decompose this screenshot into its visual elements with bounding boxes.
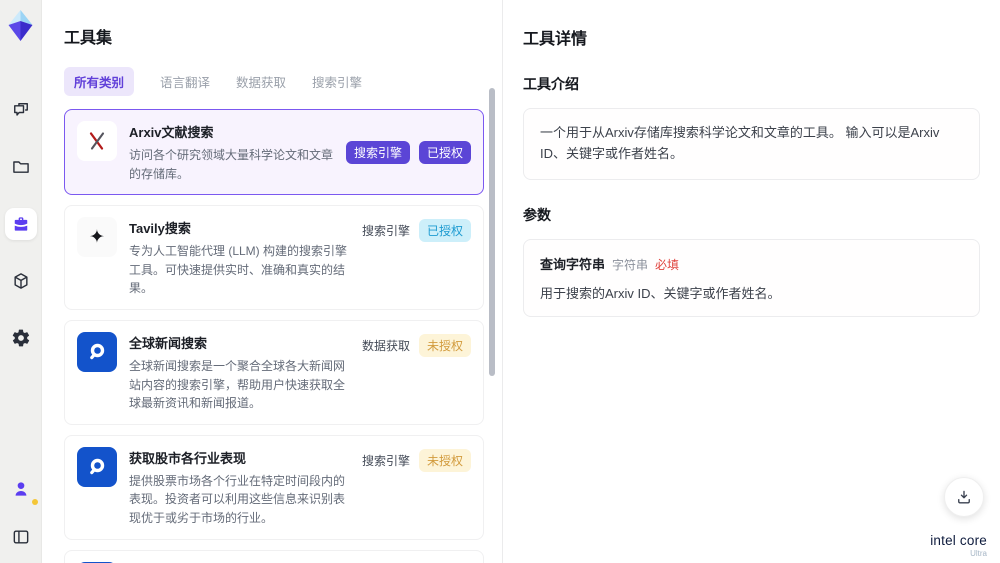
tools-nav-button[interactable] [4,208,37,240]
tool-card-sector-performance[interactable]: 获取股市各行业表现 提供股票市场各个行业在特定时间段内的表现。投资者可以利用这些… [64,434,484,540]
tool-card-list: Arxiv文献搜索 访问各个研究领域大量科学论文和文章的存储库。 搜索引擎 已授… [64,109,484,563]
sidebar-bottom [5,473,38,553]
tool-card-active-stocks[interactable]: 获取市场最活跃股票信息 提供当天交易量最高的股票列表，投资者可以利用这些信息来识… [64,549,484,563]
tool-description: 访问各个研究领域大量科学论文和文章的存储库。 [129,148,334,181]
param-required-flag: 必填 [655,257,680,272]
app-window: 工具集 所有类别 语言翻译 数据获取 搜索引擎 Arxiv文献搜索 访问各个研究… [0,0,1000,563]
tool-name: Tavily搜索 [129,221,191,237]
tavily-star-icon: ✦ [77,217,117,258]
tool-card-tavily[interactable]: ✦ Tavily搜索 专为人工智能代理 (LLM) 构建的搜索引擎工具。可快速提… [64,205,484,310]
stock-search-icon [77,446,117,487]
tool-name: 获取股市各行业表现 [129,450,247,466]
tool-description: 全球新闻搜索是一个聚合全球各大新闻网站内容的搜索引擎，帮助用户快速获取全球最新资… [129,358,346,411]
param-name: 查询字符串 [540,256,606,272]
tool-description: 专为人工智能代理 (LLM) 构建的搜索引擎工具。可快速提供实时、准确和真实的结… [129,244,348,296]
tool-name: Arxiv文献搜索 [129,125,214,140]
tool-name: 全球新闻搜索 [129,335,208,351]
tool-card-arxiv[interactable]: Arxiv文献搜索 访问各个研究领域大量科学论文和文章的存储库。 搜索引擎 已授… [64,109,484,196]
params-section-title: 参数 [523,206,551,223]
param-description: 用于搜索的Arxiv ID、关键字或作者姓名。 [540,285,781,301]
param-type: 字符串 [612,257,649,272]
list-scrollbar-track[interactable] [489,86,495,559]
status-badge: 未授权 [418,333,471,357]
intro-box: 一个用于从Arxiv存储库搜索科学论文和文章的工具。 输入可以是Arxiv ID… [523,108,980,180]
tab-all-categories[interactable]: 所有类别 [64,67,135,96]
collapse-sidebar-button[interactable] [5,521,37,553]
app-logo-icon [8,10,33,41]
list-scrollbar-thumb[interactable] [489,88,495,376]
cube-icon [13,273,28,289]
status-badge: 已授权 [418,219,471,243]
tool-list-panel: 工具集 所有类别 语言翻译 数据获取 搜索引擎 Arxiv文献搜索 访问各个研究… [42,0,502,563]
user-avatar-button[interactable] [5,473,38,505]
tab-search-engine[interactable]: 搜索引擎 [312,72,362,91]
category-label: 数据获取 [361,338,410,353]
detail-title: 工具详情 [523,31,588,48]
arxiv-logo-icon [77,121,117,161]
folder-icon [12,161,29,173]
tool-description: 提供股票市场各个行业在特定时间段内的表现。投资者可以利用这些信息来识别表现优于或… [129,473,346,525]
download-button[interactable] [944,477,984,517]
status-badge: 未授权 [418,448,471,472]
tool-card-global-news[interactable]: 全球新闻搜索 全球新闻搜索是一个聚合全球各大新闻网站内容的搜索引擎，帮助用户快速… [64,319,484,425]
category-label: 搜索引擎 [361,453,410,468]
models-nav-button[interactable] [5,265,37,297]
tool-intro-text: 一个用于从Arxiv存储库搜索科学论文和文章的工具。 输入可以是Arxiv ID… [540,125,940,161]
category-badge: 搜索引擎 [345,140,410,164]
files-nav-button[interactable] [5,151,37,183]
panel-toggle-icon [13,530,28,544]
sidebar-nav [4,94,37,354]
intel-ultra-text: Ultra [970,549,987,558]
news-search-icon [77,331,117,372]
tab-translation[interactable]: 语言翻译 [160,72,210,91]
intro-section-title: 工具介绍 [523,76,579,92]
tool-detail-panel: 工具详情 工具介绍 一个用于从Arxiv存储库搜索科学论文和文章的工具。 输入可… [502,0,1000,563]
download-icon [958,490,970,504]
page-title: 工具集 [64,30,113,47]
settings-nav-button[interactable] [5,322,37,354]
category-tabs: 所有类别 语言翻译 数据获取 搜索引擎 [64,67,502,96]
gear-icon [12,329,29,347]
param-box: 查询字符串 字符串 必填 用于搜索的Arxiv ID、关键字或作者姓名。 [523,238,980,317]
user-icon [15,482,26,496]
intel-core-text: intel core [930,533,987,548]
tab-data-fetch[interactable]: 数据获取 [236,72,286,91]
toolbox-icon [14,217,27,231]
category-label: 搜索引擎 [361,224,410,239]
intel-core-logo: intel core Ultra [930,532,987,558]
chat-icon [13,103,28,116]
sidebar-rail [0,0,42,563]
status-badge: 已授权 [418,140,471,164]
chat-nav-button[interactable] [5,94,37,126]
avatar-status-dot [31,499,38,505]
